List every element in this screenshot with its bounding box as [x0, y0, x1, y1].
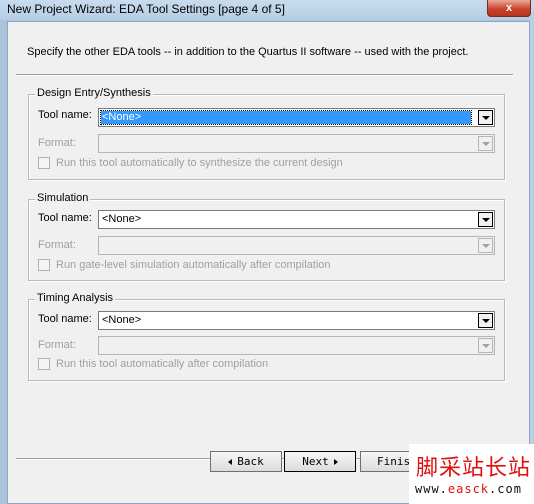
close-icon: x	[505, 2, 513, 14]
timing-run-label: Run this tool automatically after compil…	[56, 358, 269, 370]
wizard-page: Specify the other EDA tools -- in additi…	[7, 21, 530, 504]
design-entry-group: Design Entry/Synthesis Tool name: <None>…	[28, 87, 505, 180]
design-entry-dropdown-button[interactable]	[478, 110, 493, 125]
design-entry-tool-label: Tool name:	[38, 109, 92, 121]
next-button[interactable]: Next	[284, 451, 356, 472]
simulation-format-dropdown	[478, 238, 493, 253]
arrow-left-icon	[228, 459, 233, 465]
watermark-url-prefix: www.	[415, 482, 448, 496]
simulation-group: Simulation Tool name: <None> Format: Run…	[28, 192, 505, 281]
timing-tool-select[interactable]: <None>	[98, 311, 495, 330]
chevron-down-icon	[482, 319, 490, 323]
simulation-dropdown-button[interactable]	[478, 212, 493, 227]
simulation-legend: Simulation	[35, 192, 91, 204]
arrow-right-icon	[333, 459, 338, 465]
chevron-down-icon	[482, 344, 490, 348]
watermark-url-name: easck	[447, 482, 490, 496]
timing-tool-value: <None>	[102, 314, 142, 326]
design-entry-run-checkbox	[38, 157, 50, 169]
simulation-run-checkbox	[38, 259, 50, 271]
simulation-format-select	[98, 236, 495, 255]
timing-dropdown-button[interactable]	[478, 313, 493, 328]
design-entry-format-label: Format:	[38, 137, 76, 149]
design-entry-legend: Design Entry/Synthesis	[35, 87, 153, 99]
simulation-run-label: Run gate-level simulation automatically …	[56, 259, 331, 271]
chevron-down-icon	[482, 142, 490, 146]
timing-format-label: Format:	[38, 339, 76, 351]
design-entry-run-label: Run this tool automatically to synthesiz…	[56, 157, 343, 169]
chevron-down-icon	[482, 218, 490, 222]
design-entry-tool-value: <None>	[100, 110, 472, 125]
back-button-label: Back	[237, 455, 264, 468]
title-bar: New Project Wizard: EDA Tool Settings [p…	[0, 0, 534, 20]
simulation-format-label: Format:	[38, 239, 76, 251]
design-entry-format-select	[98, 134, 495, 153]
simulation-tool-label: Tool name:	[38, 212, 92, 224]
watermark-url: www.easck.com	[415, 482, 522, 496]
page-description: Specify the other EDA tools -- in additi…	[27, 46, 469, 58]
timing-run-checkbox	[38, 358, 50, 370]
design-entry-format-dropdown	[478, 136, 493, 151]
site-watermark: 脚采站长站 www.easck.com	[409, 444, 534, 504]
simulation-tool-value: <None>	[102, 213, 142, 225]
watermark-url-suffix: .com	[489, 482, 522, 496]
simulation-tool-select[interactable]: <None>	[98, 210, 495, 229]
close-button[interactable]: x	[487, 0, 531, 17]
window-border-right	[530, 20, 534, 504]
timing-analysis-group: Timing Analysis Tool name: <None> Format…	[28, 292, 505, 381]
watermark-title: 脚采站长站	[416, 456, 532, 481]
chevron-down-icon	[482, 244, 490, 248]
timing-format-dropdown	[478, 338, 493, 353]
timing-format-select	[98, 336, 495, 355]
back-button[interactable]: Back	[210, 451, 282, 472]
design-entry-tool-select[interactable]: <None>	[98, 108, 495, 127]
top-divider	[16, 74, 513, 76]
timing-analysis-legend: Timing Analysis	[35, 292, 116, 304]
chevron-down-icon	[482, 116, 490, 120]
next-button-label: Next	[302, 455, 329, 468]
window-title: New Project Wizard: EDA Tool Settings [p…	[7, 2, 285, 16]
timing-tool-label: Tool name:	[38, 313, 92, 325]
